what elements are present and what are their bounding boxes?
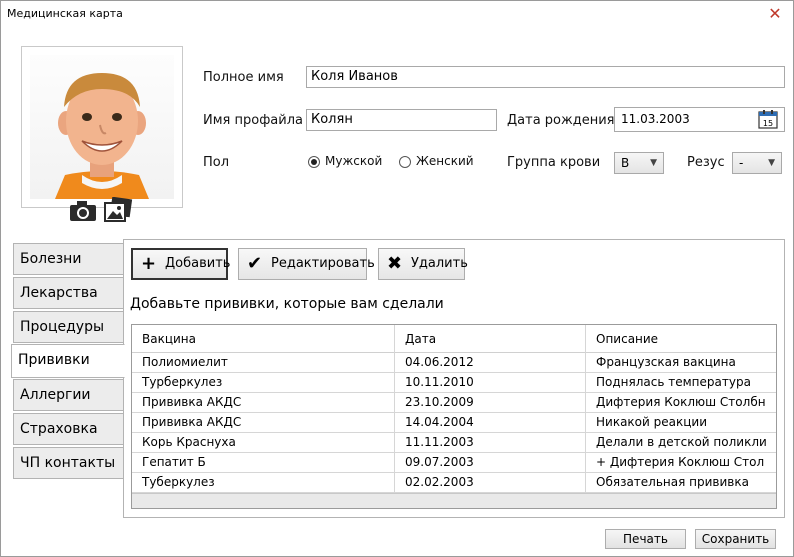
vaccine-cell: Прививка АКДС xyxy=(132,393,395,413)
table-row[interactable]: Турберкулез 10.11.2010 Поднялась температу… xyxy=(132,373,776,393)
window-title: Медицинская карта xyxy=(7,7,123,20)
description-cell: Обязательная прививка xyxy=(586,473,776,493)
description-cell: Поднялась температура xyxy=(586,373,776,393)
table-row[interactable]: Корь Краснуха 11.11.2003 Делали в детской … xyxy=(132,433,776,453)
profile-photo-frame xyxy=(21,46,183,208)
vaccine-cell: Гепатит Б xyxy=(132,453,395,473)
vaccine-cell: Турберкулез xyxy=(132,373,395,393)
description-cell: Французская вакцина xyxy=(586,353,776,373)
column-header-date[interactable]: Дата xyxy=(395,325,586,353)
date-cell: 11.11.2003 xyxy=(395,433,586,453)
gender-male-radio[interactable] xyxy=(308,156,320,168)
profile-photo xyxy=(30,55,174,199)
tab-emergency-contacts[interactable]: ЧП контакты xyxy=(13,447,124,479)
vaccine-cell: Полиомиелит xyxy=(132,353,395,373)
calendar-icon[interactable]: 15 xyxy=(758,109,778,129)
vaccine-cell: Корь Краснуха xyxy=(132,433,395,453)
chevron-down-icon: ▼ xyxy=(768,158,775,168)
tab-vaccinations[interactable]: Прививки xyxy=(11,344,125,378)
save-button[interactable]: Сохранить xyxy=(695,529,776,549)
camera-icon[interactable] xyxy=(69,199,97,223)
close-button[interactable]: ✕ xyxy=(765,4,785,24)
date-cell: 10.11.2010 xyxy=(395,373,586,393)
date-cell: 02.02.2003 xyxy=(395,473,586,493)
vaccinations-hint: Добавьте прививки, которые вам сделали xyxy=(130,296,444,312)
date-cell: 14.04.2004 xyxy=(395,413,586,433)
vaccinations-table[interactable]: Вакцина Дата Описание Полиомиелит 04.06.2… xyxy=(131,324,777,509)
gender-female-radio[interactable] xyxy=(399,156,411,168)
add-button-label: Добавить xyxy=(165,256,231,271)
gender-male-label: Мужской xyxy=(325,154,383,168)
tab-procedures[interactable]: Процедуры xyxy=(13,311,124,343)
tab-insurance[interactable]: Страховка xyxy=(13,413,124,445)
tab-medications[interactable]: Лекарства xyxy=(13,277,124,309)
full-name-label: Полное имя xyxy=(203,70,284,85)
delete-button-label: Удалить xyxy=(411,256,468,271)
tab-diseases[interactable]: Болезни xyxy=(13,243,124,275)
table-row[interactable]: Прививка АКДС 14.04.2004 Никакой реакции xyxy=(132,413,776,433)
blood-group-value: B xyxy=(621,156,630,170)
calendar-day-label: 15 xyxy=(763,119,773,128)
photo-actions xyxy=(69,197,135,223)
child-portrait-image xyxy=(55,73,149,199)
column-header-description[interactable]: Описание xyxy=(586,325,776,353)
blood-group-label: Группа крови xyxy=(507,155,601,170)
tab-allergies[interactable]: Аллергии xyxy=(13,379,124,411)
edit-button[interactable]: ✔ Редактировать xyxy=(238,248,375,280)
table-row[interactable]: Полиомиелит 04.06.2012 Французская вакцина xyxy=(132,353,776,373)
horizontal-scrollbar[interactable] xyxy=(132,493,776,508)
table-row[interactable]: Прививка АКДС 23.10.2009 Дифтерия Коклюш С… xyxy=(132,393,776,413)
date-cell: 04.06.2012 xyxy=(395,353,586,373)
full-name-input[interactable]: Коля Иванов xyxy=(306,66,785,88)
rhesus-select[interactable]: - ▼ xyxy=(732,152,782,174)
rhesus-label: Резус xyxy=(687,155,725,170)
blood-group-select[interactable]: B ▼ xyxy=(614,152,664,174)
profile-name-label: Имя профайла xyxy=(203,113,303,128)
table-body: Полиомиелит 04.06.2012 Французская вакцина… xyxy=(132,353,776,493)
description-cell: Делали в детской поликли xyxy=(586,433,776,453)
vaccine-cell: Прививка АКДС xyxy=(132,413,395,433)
vaccine-cell: Туберкулез xyxy=(132,473,395,493)
description-cell: + Дифтерия Коклюш Стол xyxy=(586,453,776,473)
close-icon: ✖ xyxy=(387,253,403,274)
table-row[interactable]: Туберкулез 02.02.2003 Обязательная прививк… xyxy=(132,473,776,493)
medical-card-window: Медицинская карта ✕ Полное имя Коля Иван… xyxy=(0,0,794,557)
delete-button[interactable]: ✖ Удалить xyxy=(378,248,468,280)
chevron-down-icon: ▼ xyxy=(650,158,657,168)
checkmark-icon: ✔ xyxy=(247,253,263,274)
title-bar: Медицинская карта ✕ xyxy=(1,1,793,29)
profile-name-input[interactable]: Колян xyxy=(306,109,497,131)
gender-label: Пол xyxy=(203,155,230,170)
rhesus-value: - xyxy=(739,156,744,170)
plus-icon: + xyxy=(141,253,157,274)
add-button[interactable]: + Добавить xyxy=(131,248,231,280)
table-row[interactable]: Гепатит Б 09.07.2003 + Дифтерия Коклюш Сто… xyxy=(132,453,776,473)
table-header: Вакцина Дата Описание xyxy=(132,325,776,353)
description-cell: Дифтерия Коклюш Столбн xyxy=(586,393,776,413)
date-cell: 09.07.2003 xyxy=(395,453,586,473)
birth-date-label: Дата рождения xyxy=(507,113,615,128)
gallery-icon[interactable] xyxy=(103,197,133,223)
gender-female-label: Женский xyxy=(416,154,474,168)
date-cell: 23.10.2009 xyxy=(395,393,586,413)
edit-button-label: Редактировать xyxy=(271,256,375,271)
print-button[interactable]: Печать xyxy=(605,529,686,549)
description-cell: Никакой реакции xyxy=(586,413,776,433)
column-header-vaccine[interactable]: Вакцина xyxy=(132,325,395,353)
